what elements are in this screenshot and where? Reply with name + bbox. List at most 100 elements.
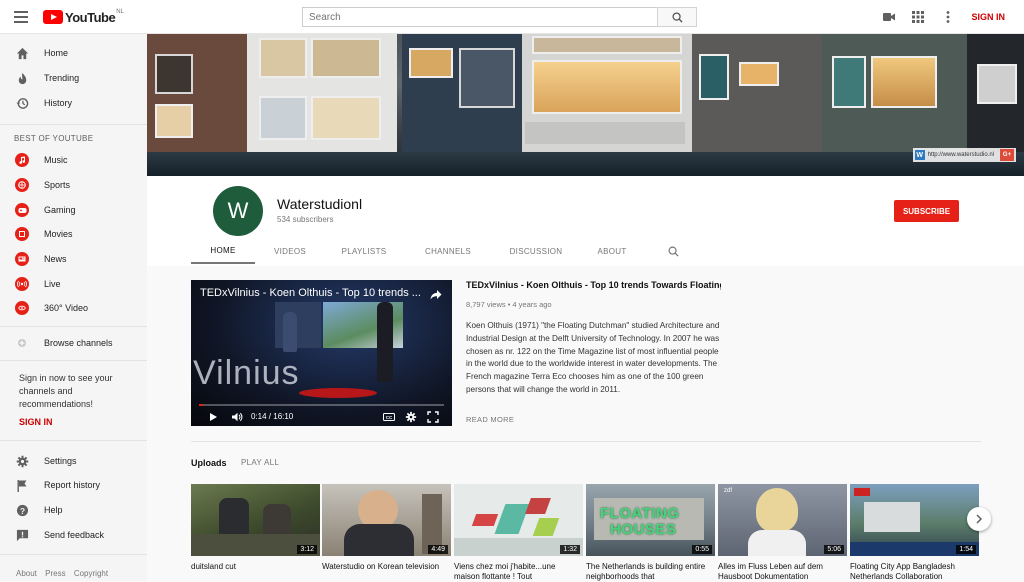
sidebar-item-label: Sports xyxy=(44,180,71,190)
footer-link-about[interactable]: About xyxy=(16,569,37,578)
youtube-logo[interactable]: YouTube NL xyxy=(43,9,124,25)
sidebar-signin-link[interactable]: SIGN IN xyxy=(19,417,53,427)
channel-avatar[interactable]: W xyxy=(213,186,263,236)
sidebar-item-label: Help xyxy=(44,505,63,515)
player-controls: 0:14 / 16:10 CC xyxy=(191,408,452,426)
sidebar-item-live[interactable]: Live xyxy=(0,272,147,296)
thumbnail-figure xyxy=(219,498,249,538)
movies-icon xyxy=(15,227,29,241)
footer-link-copyright[interactable]: Copyright xyxy=(74,569,108,578)
volume-icon[interactable] xyxy=(231,411,243,423)
sidebar-item-home[interactable]: Home xyxy=(0,41,147,65)
sidebar-item-movies[interactable]: Movies xyxy=(0,222,147,246)
settings-icon[interactable] xyxy=(405,411,417,423)
video-title[interactable]: Floating City App Bangladesh Netherlands… xyxy=(850,562,979,582)
sidebar-item-gaming[interactable]: Gaming xyxy=(0,198,147,222)
plus-circle-icon xyxy=(15,336,29,350)
tab-videos[interactable]: VIDEOS xyxy=(265,238,315,264)
gaming-icon xyxy=(15,203,29,217)
banner-window xyxy=(739,62,779,86)
video-time: 0:14 / 16:10 xyxy=(251,412,294,421)
banner-window xyxy=(311,38,381,78)
sidebar-item-music[interactable]: Music xyxy=(0,148,147,172)
fullscreen-icon[interactable] xyxy=(427,411,439,423)
tab-home[interactable]: HOME xyxy=(191,238,255,264)
more-options-icon[interactable] xyxy=(941,10,955,24)
video-thumbnail[interactable]: 1:54 xyxy=(850,484,979,556)
banner-window xyxy=(459,48,515,108)
featured-video-description: Koen Olthuis (1971) "the Floating Dutchm… xyxy=(466,321,720,394)
sidebar-item-send-feedback[interactable]: Send feedback xyxy=(0,523,147,547)
video-progress-bar[interactable] xyxy=(199,404,444,406)
sidebar-item-help[interactable]: ? Help xyxy=(0,498,147,522)
website-badge-icon: W xyxy=(914,150,925,160)
footer-link-press[interactable]: Press xyxy=(45,569,65,578)
sidebar-item-browse-channels[interactable]: Browse channels xyxy=(0,331,147,355)
search-input[interactable] xyxy=(302,7,657,27)
video-thumbnail[interactable]: 1:32 xyxy=(454,484,583,556)
featured-video-title[interactable]: TEDxVilnius - Koen Olthuis - Top 10 tren… xyxy=(466,280,721,290)
sidebar-item-label: Settings xyxy=(44,456,77,466)
sidebar-item-label: Report history xyxy=(44,480,101,490)
banner-window xyxy=(409,48,453,78)
share-icon[interactable] xyxy=(430,288,442,300)
banner-website-link[interactable]: W http://www.waterstudio.nl G+ xyxy=(912,148,1016,162)
thumbnail-figure xyxy=(748,530,806,556)
tab-about[interactable]: ABOUT xyxy=(589,238,635,264)
channel-name: Waterstudionl xyxy=(277,196,363,212)
video-thumbnail[interactable]: 3:12 xyxy=(191,484,320,556)
player-title[interactable]: TEDxVilnius - Koen Olthuis - Top 10 tren… xyxy=(200,287,420,299)
tab-playlists[interactable]: PLAYLISTS xyxy=(333,238,395,264)
video-thumbnail[interactable]: zdf 5:06 xyxy=(718,484,847,556)
flame-icon xyxy=(15,71,29,85)
sidebar-item-news[interactable]: News xyxy=(0,247,147,271)
video-title[interactable]: Waterstudio on Korean television xyxy=(322,562,451,572)
video-title[interactable]: The Netherlands is building entire neigh… xyxy=(586,562,715,582)
sidebar-item-360-video[interactable]: 360° Video xyxy=(0,296,147,320)
sidebar-item-report-history[interactable]: Report history xyxy=(0,473,147,497)
thumbnail-figure xyxy=(344,524,414,556)
channel-search-icon[interactable] xyxy=(661,238,685,264)
tab-discussion[interactable]: DISCUSSION xyxy=(501,238,571,264)
subscribe-button[interactable]: SUBSCRIBE xyxy=(894,200,959,222)
apps-icon[interactable] xyxy=(911,10,925,24)
youtube-play-icon xyxy=(43,10,63,24)
sidebar-item-label: Home xyxy=(44,48,69,58)
banner-window xyxy=(532,36,682,54)
uploads-heading[interactable]: Uploads xyxy=(191,458,227,468)
channel-banner: W http://www.waterstudio.nl G+ xyxy=(147,34,1024,176)
featured-video-player[interactable]: Vilnius TEDxVilnius - Koen Olthuis - Top… xyxy=(191,280,452,426)
sidebar-item-settings[interactable]: Settings xyxy=(0,449,147,473)
banner-window xyxy=(699,54,729,100)
banner-building xyxy=(525,122,685,144)
video-title[interactable]: Alles im Fluss Leben auf dem Hausboot Do… xyxy=(718,562,847,582)
overlay-line: HOUSES xyxy=(610,521,677,538)
video-duration: 3:12 xyxy=(297,545,317,554)
sidebar-item-label: Live xyxy=(44,279,61,289)
google-plus-icon[interactable]: G+ xyxy=(1000,149,1014,161)
video-title[interactable]: duitsland cut xyxy=(191,562,320,572)
sidebar-divider xyxy=(0,124,147,125)
video-thumbnail[interactable]: 4:49 xyxy=(322,484,451,556)
signin-button[interactable]: SIGN IN xyxy=(971,12,1005,22)
video-title[interactable]: Viens chez moi j'habite...une maison flo… xyxy=(454,562,583,582)
captions-icon[interactable]: CC xyxy=(383,411,395,423)
video-duration: 5:06 xyxy=(824,545,844,554)
logo-text: YouTube xyxy=(65,9,116,25)
create-video-icon[interactable] xyxy=(882,10,896,24)
live-icon xyxy=(15,277,29,291)
search-button[interactable] xyxy=(657,7,697,27)
play-all-button[interactable]: PLAY ALL xyxy=(241,458,279,467)
tab-channels[interactable]: CHANNELS xyxy=(417,238,479,264)
footer-links: About Press Copyright xyxy=(16,569,114,578)
sidebar-item-trending[interactable]: Trending xyxy=(0,66,147,90)
sidebar-item-history[interactable]: History xyxy=(0,91,147,115)
speaker-figure xyxy=(283,312,297,352)
play-icon[interactable] xyxy=(207,411,219,423)
sidebar-divider xyxy=(0,554,147,555)
menu-icon[interactable] xyxy=(14,11,28,23)
video-thumbnail[interactable]: FLOATING HOUSES 0:55 xyxy=(586,484,715,556)
next-arrow-button[interactable] xyxy=(967,507,991,531)
sidebar-item-sports[interactable]: Sports xyxy=(0,173,147,197)
read-more-link[interactable]: READ MORE xyxy=(466,415,514,424)
